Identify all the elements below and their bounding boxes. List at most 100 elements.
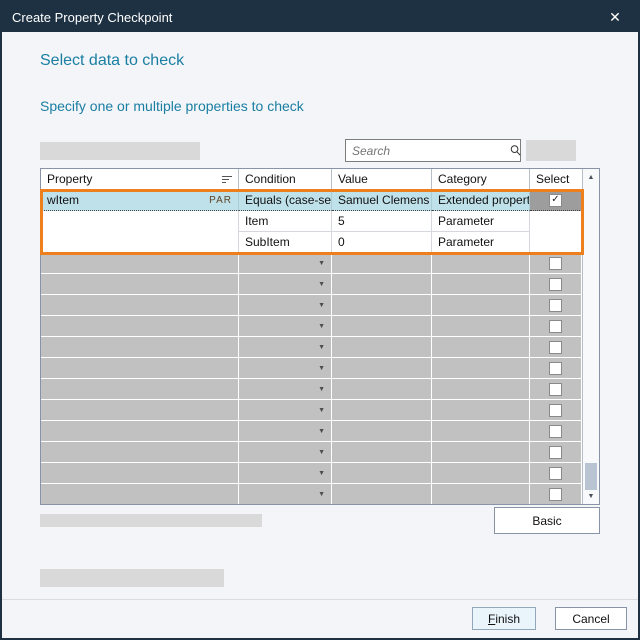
vertical-scrollbar[interactable]: ▲ ▼ — [582, 169, 599, 504]
table-row-empty: ▼ — [41, 400, 582, 421]
finish-button[interactable]: Finish — [472, 607, 536, 630]
row-checkbox[interactable] — [549, 446, 562, 459]
condition-dropdown[interactable]: ▼ — [239, 442, 332, 463]
select-cell — [530, 253, 582, 274]
category-cell — [432, 295, 530, 316]
basic-button[interactable]: Basic — [494, 507, 600, 534]
chevron-down-icon: ▼ — [318, 428, 325, 435]
condition-dropdown[interactable]: Equals (case-se ▼ — [239, 190, 332, 211]
select-cell — [530, 421, 582, 442]
redacted-control-bar — [526, 140, 576, 161]
category-cell — [432, 484, 530, 504]
cancel-button[interactable]: Cancel — [555, 607, 627, 630]
row-checkbox[interactable] — [549, 488, 562, 501]
row-checkbox[interactable] — [549, 383, 562, 396]
property-cell — [41, 253, 239, 274]
condition-dropdown[interactable]: ▼ — [239, 337, 332, 358]
chevron-down-icon: ▼ — [318, 281, 325, 288]
chevron-down-icon: ▼ — [318, 470, 325, 477]
property-cell — [41, 484, 239, 504]
row-checkbox[interactable] — [549, 404, 562, 417]
condition-dropdown[interactable]: ▼ — [239, 274, 332, 295]
value-cell — [332, 463, 432, 484]
property-cell — [41, 337, 239, 358]
condition-cell[interactable]: SubItem — [239, 232, 332, 253]
column-header-property[interactable]: Property — [41, 169, 239, 190]
condition-cell[interactable]: Item — [239, 211, 332, 232]
chevron-down-icon: ▼ — [318, 491, 325, 498]
table-row-empty: ▼ — [41, 253, 582, 274]
table-header-row: Property Condition Value Category Select — [41, 169, 582, 190]
value-cell[interactable]: 0 — [332, 232, 432, 253]
select-cell — [530, 379, 582, 400]
column-header-category[interactable]: Category — [432, 169, 530, 190]
chevron-down-icon: ▼ — [318, 260, 325, 267]
chevron-down-icon: ▼ — [318, 407, 325, 414]
row-checkbox[interactable] — [549, 320, 562, 333]
condition-dropdown[interactable]: ▼ — [239, 358, 332, 379]
category-cell — [432, 337, 530, 358]
table-row-witem[interactable]: wItem PAR Equals (case-se ▼ Samuel Cleme… — [41, 190, 582, 211]
create-property-checkpoint-dialog: Create Property Checkpoint ✕ Select data… — [0, 0, 640, 640]
row-checkbox[interactable] — [549, 299, 562, 312]
value-cell[interactable]: Samuel Clemens — [332, 190, 432, 211]
property-cell — [41, 211, 239, 232]
category-cell — [432, 274, 530, 295]
chevron-down-icon: ▼ — [318, 344, 325, 351]
property-cell — [41, 442, 239, 463]
row-checkbox[interactable] — [549, 257, 562, 270]
category-cell: Parameter — [432, 211, 530, 232]
property-cell — [41, 463, 239, 484]
par-badge: PAR — [209, 195, 232, 206]
value-cell[interactable]: 5 — [332, 211, 432, 232]
condition-dropdown[interactable]: ▼ — [239, 421, 332, 442]
row-checkbox[interactable] — [549, 341, 562, 354]
row-checkbox[interactable] — [549, 362, 562, 375]
column-header-select[interactable]: Select — [530, 169, 582, 190]
search-box[interactable] — [345, 139, 521, 162]
select-cell — [530, 211, 582, 232]
row-checkbox[interactable] — [549, 467, 562, 480]
property-cell[interactable]: wItem PAR — [41, 190, 239, 211]
redacted-label-bar — [40, 142, 200, 160]
category-cell: Extended property — [432, 190, 530, 211]
chevron-down-icon: ▼ — [318, 323, 325, 330]
category-cell — [432, 400, 530, 421]
row-checkbox[interactable] — [549, 425, 562, 438]
category-cell — [432, 463, 530, 484]
property-cell — [41, 379, 239, 400]
condition-dropdown[interactable]: ▼ — [239, 463, 332, 484]
category-cell — [432, 358, 530, 379]
condition-dropdown[interactable]: ▼ — [239, 253, 332, 274]
column-header-value[interactable]: Value — [332, 169, 432, 190]
search-input[interactable] — [352, 144, 509, 158]
table-row-item[interactable]: Item 5 Parameter — [41, 211, 582, 232]
condition-dropdown[interactable]: ▼ — [239, 379, 332, 400]
table-rows-area: Property Condition Value Category Select… — [41, 169, 582, 504]
value-cell — [332, 253, 432, 274]
row-checkbox-checked[interactable]: ✓ — [549, 194, 562, 207]
chevron-down-icon: ▼ — [318, 365, 325, 372]
condition-dropdown[interactable]: ▼ — [239, 400, 332, 421]
property-cell — [41, 400, 239, 421]
select-cell — [530, 295, 582, 316]
select-cell — [530, 442, 582, 463]
table-row-empty: ▼ — [41, 463, 582, 484]
column-header-condition[interactable]: Condition — [239, 169, 332, 190]
condition-dropdown[interactable]: ▼ — [239, 484, 332, 504]
scroll-up-icon[interactable]: ▲ — [583, 169, 599, 185]
value-cell — [332, 421, 432, 442]
scrollbar-thumb[interactable] — [585, 463, 597, 490]
condition-dropdown[interactable]: ▼ — [239, 316, 332, 337]
search-icon — [509, 144, 522, 157]
condition-dropdown[interactable]: ▼ — [239, 295, 332, 316]
category-cell — [432, 379, 530, 400]
close-icon[interactable]: ✕ — [602, 6, 628, 28]
table-row-empty: ▼ — [41, 379, 582, 400]
window-title: Create Property Checkpoint — [12, 10, 602, 25]
scroll-down-icon[interactable]: ▼ — [583, 488, 599, 504]
row-checkbox[interactable] — [549, 278, 562, 291]
table-row-subitem[interactable]: SubItem 0 Parameter — [41, 232, 582, 253]
page-title: Select data to check — [40, 52, 184, 70]
properties-table: Property Condition Value Category Select… — [40, 168, 600, 505]
